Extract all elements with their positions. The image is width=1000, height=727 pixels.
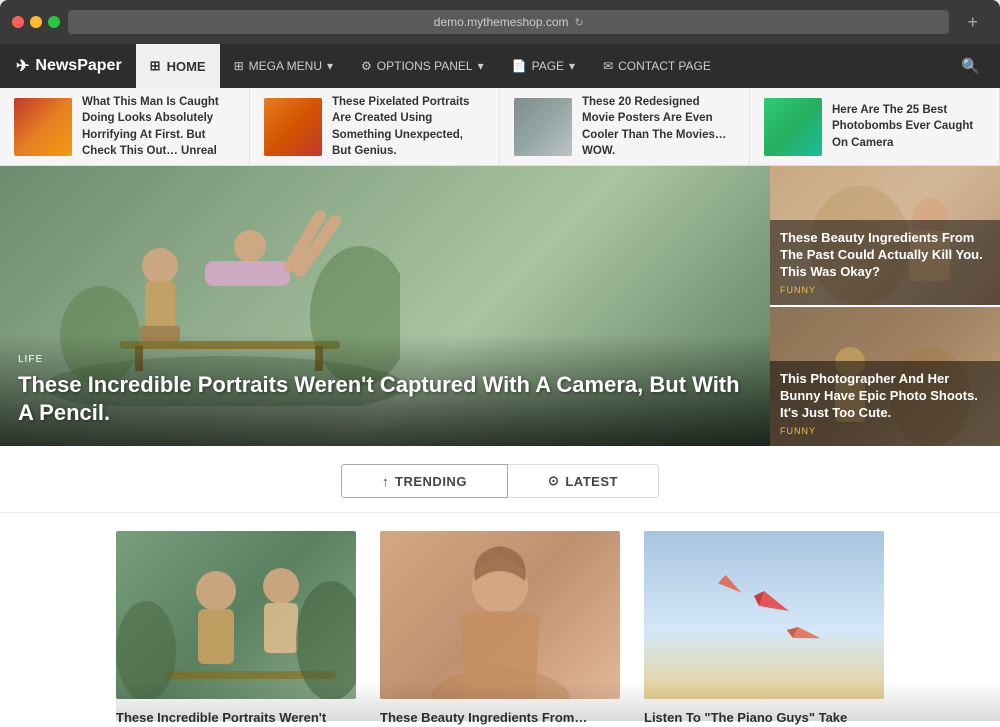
trend-thumb-1 [14, 98, 72, 156]
logo-text: NewsPaper [35, 57, 121, 75]
minimize-button[interactable] [30, 16, 42, 28]
tabs-section: ↑ TRENDING ⊙ LATEST [0, 446, 1000, 513]
address-bar[interactable]: demo.mythemeshop.com ↻ [68, 10, 949, 34]
browser-window: demo.mythemeshop.com ↻ + ✈ NewsPaper ⊞ H… [0, 0, 1000, 727]
website-content: ✈ NewsPaper ⊞ HOME ⊞ MEGA MENU ▾ ⚙ OPTIO… [0, 44, 1000, 727]
options-icon: ⚙ [361, 59, 372, 73]
hero-side-category-1: FUNNY [780, 285, 990, 295]
trend-thumb-4 [764, 98, 822, 156]
articles-grid: These Incredible Portraits Weren't These… [0, 513, 1000, 727]
nav-options-panel[interactable]: ⚙ OPTIONS PANEL ▾ [347, 44, 498, 88]
trending-icon: ↑ [382, 474, 389, 489]
page-label: PAGE [532, 59, 564, 73]
trend-thumb-3 [514, 98, 572, 156]
trend-thumb-2 [264, 98, 322, 156]
mega-menu-icon: ⊞ [234, 59, 244, 73]
hero-side-overlay-2: This Photographer And Her Bunny Have Epi… [770, 361, 1000, 446]
navbar: ✈ NewsPaper ⊞ HOME ⊞ MEGA MENU ▾ ⚙ OPTIO… [0, 44, 1000, 88]
latest-label: LATEST [565, 474, 618, 489]
hero-side-title-1: These Beauty Ingredients From The Past C… [780, 230, 990, 281]
trend-text-3: These 20 Redesigned Movie Posters Are Ev… [582, 94, 735, 158]
hero-side-item-1[interactable]: These Beauty Ingredients From The Past C… [770, 166, 1000, 307]
close-button[interactable] [12, 16, 24, 28]
search-button[interactable]: 🔍 [951, 57, 990, 75]
hero-side-title-2: This Photographer And Her Bunny Have Epi… [780, 371, 990, 422]
mega-menu-label: MEGA MENU [249, 59, 322, 73]
trend-item-3[interactable]: These 20 Redesigned Movie Posters Are Ev… [500, 88, 750, 165]
tab-latest[interactable]: ⊙ LATEST [508, 464, 659, 498]
contact-label: CONTACT PAGE [618, 59, 711, 73]
browser-dots [12, 16, 60, 28]
browser-titlebar: demo.mythemeshop.com ↻ + [0, 10, 1000, 44]
hero-overlay: LIFE These Incredible Portraits Weren't … [0, 334, 770, 446]
trend-text-1: What This Man Is Caught Doing Looks Abso… [82, 94, 235, 158]
new-tab-button[interactable]: + [957, 12, 988, 33]
logo-icon: ✈ [16, 56, 29, 76]
trend-item-1[interactable]: What This Man Is Caught Doing Looks Abso… [0, 88, 250, 165]
options-label: OPTIONS PANEL [377, 59, 473, 73]
article-thumb-3 [644, 531, 884, 699]
hero-main-article[interactable]: LIFE These Incredible Portraits Weren't … [0, 166, 770, 446]
nav-contact-page[interactable]: ✉ CONTACT PAGE [589, 44, 725, 88]
trend-text-2: These Pixelated Portraits Are Created Us… [332, 94, 485, 158]
trend-item-4[interactable]: Here Are The 25 Best Photobombs Ever Cau… [750, 88, 1000, 165]
hero-side-category-2: FUNNY [780, 426, 990, 436]
trend-text-4: Here Are The 25 Best Photobombs Ever Cau… [832, 102, 985, 150]
home-icon: ⊞ [150, 58, 161, 74]
latest-icon: ⊙ [548, 473, 559, 489]
page-icon: 📄 [512, 59, 527, 73]
trending-strip: What This Man Is Caught Doing Looks Abso… [0, 88, 1000, 166]
hero-category: LIFE [18, 354, 752, 365]
article-thumb-2 [380, 531, 620, 699]
home-label: HOME [167, 59, 206, 74]
tab-trending[interactable]: ↑ TRENDING [341, 464, 508, 498]
hero-title: These Incredible Portraits Weren't Captu… [18, 371, 752, 428]
contact-icon: ✉ [603, 59, 613, 73]
mega-menu-chevron: ▾ [327, 59, 333, 73]
hero-section: LIFE These Incredible Portraits Weren't … [0, 166, 1000, 446]
url-text: demo.mythemeshop.com [434, 15, 569, 29]
hero-side-item-2[interactable]: This Photographer And Her Bunny Have Epi… [770, 307, 1000, 446]
trending-label: TRENDING [395, 474, 467, 489]
nav-home[interactable]: ⊞ HOME [136, 44, 220, 88]
maximize-button[interactable] [48, 16, 60, 28]
logo[interactable]: ✈ NewsPaper [10, 56, 136, 76]
page-chevron: ▾ [569, 59, 575, 73]
trend-item-2[interactable]: These Pixelated Portraits Are Created Us… [250, 88, 500, 165]
hero-side-overlay-1: These Beauty Ingredients From The Past C… [770, 220, 1000, 305]
nav-mega-menu[interactable]: ⊞ MEGA MENU ▾ [220, 44, 347, 88]
nav-page[interactable]: 📄 PAGE ▾ [498, 44, 589, 88]
options-chevron: ▾ [478, 59, 484, 73]
hero-sidebar: These Beauty Ingredients From The Past C… [770, 166, 1000, 446]
reload-icon[interactable]: ↻ [575, 16, 584, 29]
article-card-1[interactable]: These Incredible Portraits Weren't [116, 531, 356, 727]
article-thumb-1 [116, 531, 356, 699]
